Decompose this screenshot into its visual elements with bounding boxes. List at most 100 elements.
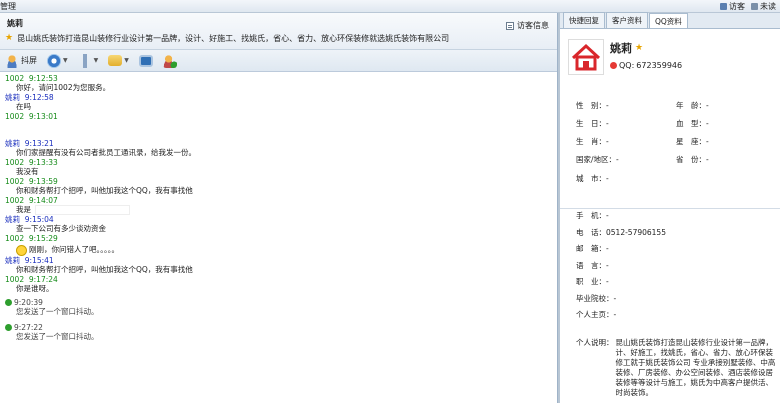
message-text: 我没有	[16, 167, 39, 176]
message-item: 姚莉 9:15:04 查一下公司有多少谈劝资金	[5, 215, 552, 234]
info-panel: 快捷回复 客户资料 QQ资料 姚莉 ★ QQ: 672359946 性 别：- 年…	[560, 12, 780, 403]
smiley-icon	[16, 244, 27, 256]
tab-customer-info[interactable]: 客户资料	[606, 12, 648, 28]
message-header: 1002 9:13:01	[5, 112, 58, 121]
star-icon: ★	[5, 33, 14, 43]
contact-signature: ★ 昆山姚氏装饰打造昆山装修行业设计第一品牌，设计、好施工、找姚氏，省心、省力、…	[5, 33, 449, 44]
message-text: 刚刚，你问错人了吧。。。。。	[5, 243, 552, 256]
gender-field: 性 别：-	[576, 101, 609, 110]
system-message-header: 9:27:22	[5, 323, 552, 332]
job-field: 职 业：-	[576, 277, 609, 286]
qq-number: QQ: 672359946	[610, 61, 682, 70]
info-tabs: 快捷回复 客户资料 QQ资料	[560, 12, 780, 29]
monitor-icon	[138, 54, 153, 67]
visitor-info-label: 访客信息	[517, 21, 549, 30]
message-header: 姚莉 9:15:41	[5, 256, 54, 265]
message-text: 你和财务帮打个招呼，叫他加我这个QQ，我有事找他	[16, 265, 193, 274]
message-item: 姚莉 9:12:58 在吗	[5, 93, 552, 112]
email-field: 邮 箱：-	[576, 244, 609, 253]
visitor-link[interactable]: 访客	[720, 1, 745, 12]
add-contact-button[interactable]	[162, 53, 177, 68]
zodiac-field: 生 肖：-	[576, 137, 609, 146]
message-text: 你们家提醒有没有公司者批员工通讯录，给我发一份。	[16, 148, 196, 157]
message-text: 你好，请问1002为您服务。	[16, 83, 111, 92]
message-item: 1002 9:14:07 我是	[5, 196, 552, 215]
section-divider	[560, 208, 780, 209]
tab-quick-reply[interactable]: 快捷回复	[563, 12, 605, 28]
city-field: 城 市：-	[576, 174, 609, 183]
system-message: 9:27:22 您发送了一个窗口抖动。	[5, 323, 552, 342]
camera-button[interactable]: ▼	[47, 53, 68, 68]
message-item: 1002 9:13:59 你和财务帮打个招呼，叫他加我这个QQ，我有事找他	[5, 177, 552, 196]
message-header: 姚莉 9:13:21	[5, 139, 54, 148]
message-header: 1002 9:13:59	[5, 177, 58, 186]
signature-text: 昆山姚氏装饰打造昆山装修行业设计第一品牌，设计、好施工、找姚氏，省心、省力、放心…	[17, 34, 450, 43]
language-field: 语 言：-	[576, 261, 609, 270]
message-header: 1002 9:15:29	[5, 234, 58, 243]
top-bar: 管理 访客 未读	[0, 0, 780, 13]
message-header: 1002 9:17:24	[5, 275, 58, 284]
unread-link[interactable]: 未读	[751, 1, 776, 12]
message-header: 1002 9:12:53	[5, 74, 58, 83]
visitor-info-button[interactable]: 访客信息	[506, 20, 549, 31]
message-header: 1002 9:14:07	[5, 196, 58, 205]
vibrate-icon	[5, 324, 12, 331]
profile-card: 姚莉 ★ QQ: 672359946	[560, 29, 780, 99]
message-item: 1002 9:12:53 你好，请问1002为您服务。	[5, 74, 552, 93]
message-item: 1002 9:15:29 刚刚，你问错人了吧。。。。。	[5, 234, 552, 256]
chevron-down-icon: ▼	[93, 57, 99, 64]
message-item: 1002 9:13:33 我没有	[5, 158, 552, 177]
folder-icon	[108, 55, 123, 66]
message-item: 1002 9:17:24 你是谁呀。	[5, 275, 552, 294]
system-message-text: 您发送了一个窗口抖动。	[16, 307, 99, 316]
phone-field: 电 话：0512-57906155	[576, 228, 666, 237]
add-user-icon	[162, 53, 177, 68]
message-item: 姚莉 9:15:41 你和财务帮打个招呼，叫他加我这个QQ，我有事找他	[5, 256, 552, 275]
message-header: 姚莉 9:15:04	[5, 215, 54, 224]
vibrate-label: 抖屏	[21, 56, 37, 65]
selection-highlight	[35, 205, 130, 215]
age-field: 年 龄：-	[676, 101, 709, 110]
vibrate-icon	[5, 299, 12, 306]
person-icon	[5, 53, 19, 68]
chat-panel: 姚莉 ★ 昆山姚氏装饰打造昆山装修行业设计第一品牌，设计、好施工、找姚氏，省心、…	[0, 13, 558, 403]
avatar	[568, 39, 604, 75]
description-field: 个人说明： 昆山姚氏装饰打造昆山装修行业设计第一品牌，计、好施工，找姚氏，省心、…	[576, 338, 776, 398]
camera-icon	[47, 53, 61, 68]
school-field: 毕业院校：-	[576, 294, 617, 303]
user-icon	[720, 3, 727, 10]
profile-name: 姚莉 ★	[610, 42, 644, 55]
window-title: 管理	[0, 2, 16, 11]
message-text: 你和财务帮打个招呼，叫他加我这个QQ，我有事找他	[16, 186, 193, 195]
homepage-field: 个人主页：-	[576, 310, 617, 319]
vibrate-button[interactable]: 抖屏	[5, 53, 37, 68]
description-text: 昆山姚氏装饰打造昆山装修行业设计第一品牌，计、好施工，找姚氏，省心、省力、放心环…	[615, 338, 776, 397]
unread-label: 未读	[760, 2, 776, 11]
message-list: 1002 9:12:53 你好，请问1002为您服务。 姚莉 9:12:58 在…	[0, 72, 557, 344]
blood-field: 血 型：-	[676, 119, 709, 128]
system-message: 9:20:39 您发送了一个窗口抖动。	[5, 298, 552, 317]
chevron-down-icon: ▼	[63, 57, 68, 64]
tab-qq-info[interactable]: QQ资料	[649, 13, 688, 28]
message-text: 查一下公司有多少谈劝资金	[16, 224, 106, 233]
birthday-field: 生 日：-	[576, 119, 609, 128]
system-message-text: 您发送了一个窗口抖动。	[16, 332, 99, 341]
contact-name: 姚莉	[7, 19, 23, 28]
chat-header: 姚莉 ★ 昆山姚氏装饰打造昆山装修行业设计第一品牌，设计、好施工、找姚氏，省心、…	[0, 13, 557, 50]
message-header: 姚莉 9:12:58	[5, 93, 54, 102]
qq-icon	[610, 62, 617, 69]
info-icon	[506, 21, 514, 30]
microphone-button[interactable]: ▼	[77, 53, 99, 68]
screen-share-button[interactable]	[138, 54, 153, 67]
chat-toolbar: 抖屏 ▼ ▼ ▼	[0, 50, 557, 72]
mail-icon	[751, 3, 758, 10]
microphone-icon	[77, 53, 92, 68]
message-item: 姚莉 9:13:21 你们家提醒有没有公司者批员工通讯录，给我发一份。	[5, 139, 552, 158]
province-field: 省 份：-	[676, 155, 709, 164]
star-icon: ★	[635, 42, 644, 53]
message-text: 你是谁呀。	[16, 284, 54, 293]
system-message-header: 9:20:39	[5, 298, 552, 307]
visitor-label: 访客	[729, 2, 745, 11]
folder-button[interactable]: ▼	[108, 55, 129, 66]
chevron-down-icon: ▼	[124, 57, 129, 64]
